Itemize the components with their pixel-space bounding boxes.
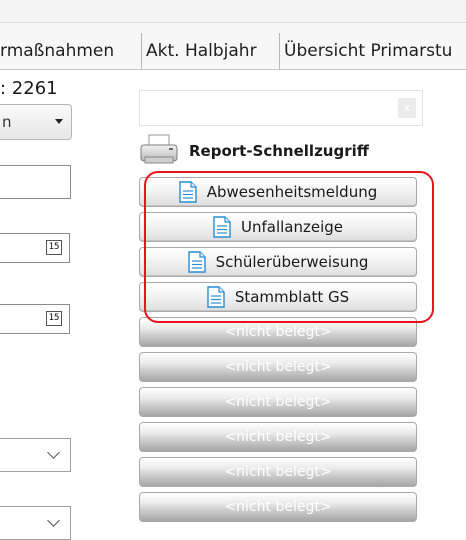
empty-slot-label: <nicht belegt> xyxy=(224,429,332,445)
document-icon xyxy=(187,251,206,273)
text-field[interactable] xyxy=(0,165,71,199)
caret-down-icon xyxy=(55,119,63,124)
report-button-label: Stammblatt GS xyxy=(234,288,350,306)
document-icon xyxy=(179,181,197,203)
report-button-unfallanzeige[interactable]: Unfallanzeige xyxy=(139,212,417,242)
report-button-stammblatt-gs[interactable]: Stammblatt GS xyxy=(139,282,417,312)
date-field-2[interactable]: 15 xyxy=(0,304,70,334)
calendar-icon[interactable]: 15 xyxy=(46,311,62,326)
empty-slot-label: <nicht belegt> xyxy=(224,464,332,480)
calendar-icon[interactable]: 15 xyxy=(46,240,62,255)
tab-uebersicht-primarstufe[interactable]: Übersicht Primarstu xyxy=(280,33,466,69)
report-button-empty-6[interactable]: <nicht belegt> xyxy=(139,492,417,522)
document-icon xyxy=(213,216,231,238)
tab-akt-halbjahr[interactable]: Akt. Halbjahr xyxy=(142,33,280,69)
report-button-empty-3[interactable]: <nicht belegt> xyxy=(139,387,417,417)
report-button-empty-4[interactable]: <nicht belegt> xyxy=(139,422,417,452)
tab-foerdermassnahmen[interactable]: rmaßnahmen xyxy=(0,33,142,69)
report-button-empty-2[interactable]: <nicht belegt> xyxy=(139,352,417,382)
empty-slot-label: <nicht belegt> xyxy=(224,394,332,410)
window-top-strip xyxy=(0,0,466,23)
chevron-down-icon xyxy=(47,446,60,459)
report-search-input[interactable]: x xyxy=(139,90,423,126)
report-button-label: Schülerüberweisung xyxy=(215,253,369,271)
report-button-label: Unfallanzeige xyxy=(240,218,343,236)
report-button-empty-5[interactable]: <nicht belegt> xyxy=(139,457,417,487)
combo-box-1[interactable] xyxy=(0,438,71,472)
report-title: Report-Schnellzugriff xyxy=(189,142,369,160)
record-number: : 2261 xyxy=(0,78,58,99)
tab-bar: rmaßnahmen Akt. Halbjahr Übersicht Prima… xyxy=(0,23,466,70)
clear-search-button[interactable]: x xyxy=(398,98,416,118)
printer-icon xyxy=(140,134,178,164)
empty-slot-label: <nicht belegt> xyxy=(224,499,332,515)
combo-box-2[interactable] xyxy=(0,506,71,540)
report-button-abwesenheitsmeldung[interactable]: Abwesenheitsmeldung xyxy=(139,177,417,207)
dropdown-value: n xyxy=(2,113,12,131)
dropdown-select[interactable]: n xyxy=(0,104,72,140)
report-quick-access-header: Report-Schnellzugriff xyxy=(139,132,429,168)
report-button-schuelerueberweisung[interactable]: Schülerüberweisung xyxy=(139,247,417,277)
chevron-down-icon xyxy=(47,514,60,527)
report-button-label: Abwesenheitsmeldung xyxy=(206,183,378,201)
report-button-empty-1[interactable]: <nicht belegt> xyxy=(139,317,417,347)
document-icon xyxy=(207,286,225,308)
date-field-1[interactable]: 15 xyxy=(0,233,70,263)
empty-slot-label: <nicht belegt> xyxy=(224,324,332,340)
empty-slot-label: <nicht belegt> xyxy=(224,359,332,375)
